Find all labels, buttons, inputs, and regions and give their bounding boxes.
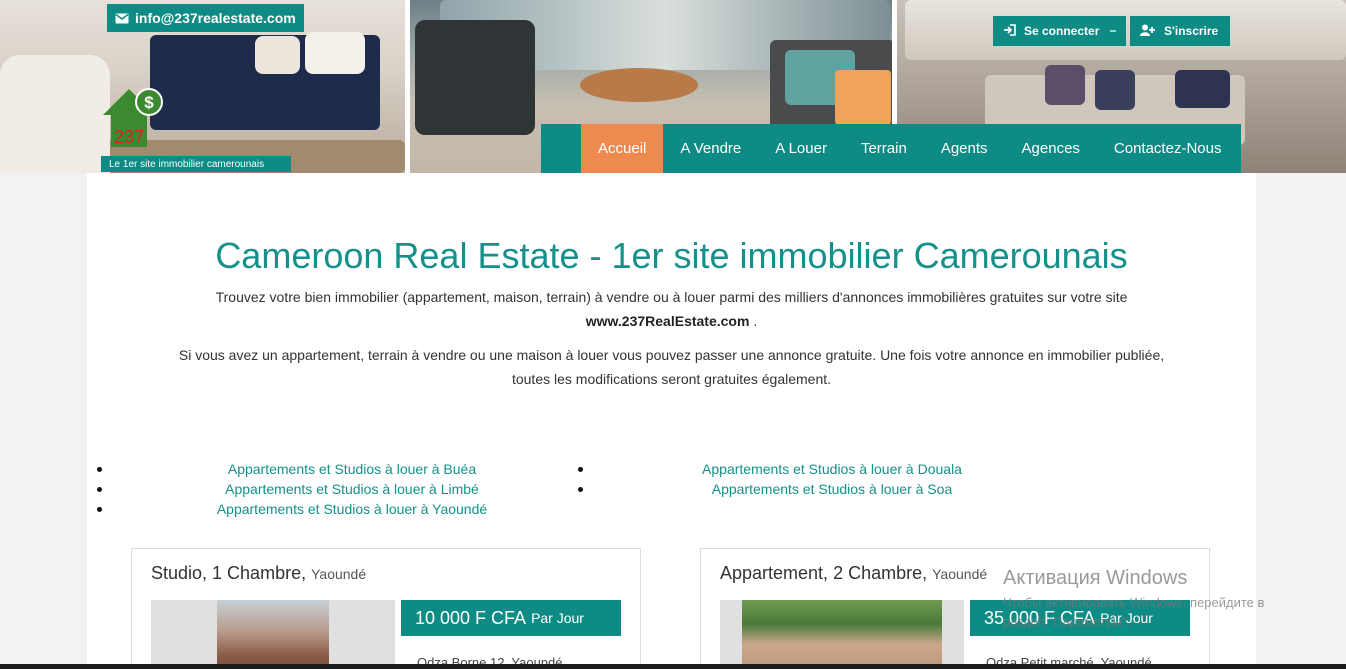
email-text: info@237realestate.com bbox=[135, 10, 296, 26]
taskbar-edge bbox=[0, 664, 1346, 669]
nav-item-accueil[interactable]: Accueil bbox=[581, 124, 664, 173]
price-amount: 35 000 F CFA bbox=[984, 607, 1096, 628]
nav-item-a-louer[interactable]: A Louer bbox=[758, 124, 844, 173]
table-decor bbox=[580, 68, 698, 102]
price-period: Par Jour bbox=[531, 610, 584, 626]
listing-title[interactable]: Studio, 1 Chambre, Yaoundé bbox=[151, 563, 366, 584]
signup-label: S'inscrire bbox=[1164, 24, 1219, 38]
bullet bbox=[97, 506, 102, 512]
chair-decor bbox=[415, 20, 535, 135]
list-item: Appartements et Studios à louer à Limbé bbox=[87, 479, 617, 499]
user-plus-icon bbox=[1140, 24, 1156, 39]
price-period: Par Jour bbox=[1100, 610, 1153, 626]
armchair-decor bbox=[0, 55, 110, 173]
city-links-left: Appartements et Studios à louer à Buéa A… bbox=[87, 459, 617, 519]
bullet bbox=[97, 466, 102, 472]
list-item: Appartements et Studios à louer à Douala bbox=[567, 459, 1097, 479]
tagline: Le 1er site immobilier camerounais bbox=[101, 156, 291, 172]
bullet bbox=[97, 486, 102, 492]
intro-paragraph-2: Si vous avez un appartement, terrain à v… bbox=[167, 343, 1176, 391]
login-label: Se connecter bbox=[1024, 24, 1100, 38]
main-content: Cameroon Real Estate - 1er site immobili… bbox=[87, 173, 1256, 669]
page-title: Cameroon Real Estate - 1er site immobili… bbox=[215, 235, 1128, 276]
price-amount: 10 000 F CFA bbox=[415, 607, 527, 628]
listing-image bbox=[217, 600, 329, 669]
intro-text-3: toutes les modifications seront gratuite… bbox=[511, 371, 832, 387]
price-badge: 35 000 F CFA Par Jour bbox=[970, 600, 1190, 636]
link-limbe[interactable]: Appartements et Studios à louer à Limbé bbox=[225, 481, 479, 497]
bullet bbox=[578, 466, 583, 472]
city-links-right: Appartements et Studios à louer à Douala… bbox=[567, 459, 1097, 499]
photo-divider bbox=[405, 0, 410, 173]
intro-paragraph: Trouvez votre bien immobilier (apparteme… bbox=[167, 285, 1176, 333]
nav-item-contact[interactable]: Contactez-Nous bbox=[1097, 124, 1239, 173]
intro-text: Trouvez votre bien immobilier (apparteme… bbox=[215, 289, 1128, 305]
listing-city: Yaoundé bbox=[311, 566, 367, 582]
listing-title[interactable]: Appartement, 2 Chambre, Yaoundé bbox=[720, 563, 987, 584]
link-yaounde[interactable]: Appartements et Studios à louer à Yaound… bbox=[217, 501, 487, 517]
nav-item-agents[interactable]: Agents bbox=[924, 124, 1005, 173]
list-item: Appartements et Studios à louer à Soa bbox=[567, 479, 1097, 499]
pillow-decor bbox=[255, 36, 300, 74]
price-badge: 10 000 F CFA Par Jour bbox=[401, 600, 621, 636]
nav-item-agences[interactable]: Agences bbox=[1005, 124, 1097, 173]
pillow-decor bbox=[305, 32, 365, 74]
main-nav: Accueil A Vendre A Louer Terrain Agents … bbox=[541, 124, 1241, 173]
listing-photo[interactable] bbox=[151, 600, 395, 669]
signup-button[interactable]: S'inscrire bbox=[1130, 16, 1230, 46]
listing-photo[interactable] bbox=[720, 600, 964, 669]
listing-type: Appartement, 2 Chambre, bbox=[720, 563, 928, 583]
sign-in-icon bbox=[1003, 23, 1016, 39]
email-link[interactable]: info@237realestate.com bbox=[107, 4, 304, 32]
link-douala[interactable]: Appartements et Studios à louer à Douala bbox=[702, 461, 962, 477]
site-logo[interactable]: $ 237 bbox=[101, 85, 167, 148]
nav-item-terrain[interactable]: Terrain bbox=[844, 124, 924, 173]
lamp-decor bbox=[835, 70, 891, 125]
svg-text:$: $ bbox=[144, 93, 154, 112]
list-item: Appartements et Studios à louer à Buéa bbox=[87, 459, 617, 479]
link-soa[interactable]: Appartements et Studios à louer à Soa bbox=[712, 481, 952, 497]
intro-text-2: Si vous avez un appartement, terrain à v… bbox=[178, 347, 1165, 363]
nav-item-a-vendre[interactable]: A Vendre bbox=[663, 124, 758, 173]
listing-card[interactable]: Studio, 1 Chambre, Yaoundé 10 000 F CFA … bbox=[131, 548, 641, 669]
envelope-icon bbox=[115, 13, 129, 24]
pillow-decor bbox=[1045, 65, 1085, 105]
pillow-decor bbox=[1175, 70, 1230, 108]
dropdown-caret-icon bbox=[1110, 30, 1116, 32]
listing-city: Yaoundé bbox=[932, 566, 988, 582]
listing-card[interactable]: Appartement, 2 Chambre, Yaoundé 35 000 F… bbox=[700, 548, 1210, 669]
listing-type: Studio, 1 Chambre, bbox=[151, 563, 307, 583]
logo-text: 237 bbox=[114, 127, 144, 147]
bullet bbox=[578, 486, 583, 492]
site-url[interactable]: www.237RealEstate.com bbox=[586, 313, 750, 329]
listing-image bbox=[742, 600, 942, 669]
intro-end: . bbox=[749, 313, 758, 329]
login-button[interactable]: Se connecter bbox=[993, 16, 1126, 46]
link-buea[interactable]: Appartements et Studios à louer à Buéa bbox=[228, 461, 476, 477]
list-item: Appartements et Studios à louer à Yaound… bbox=[87, 499, 617, 519]
pillow-decor bbox=[1095, 70, 1135, 110]
